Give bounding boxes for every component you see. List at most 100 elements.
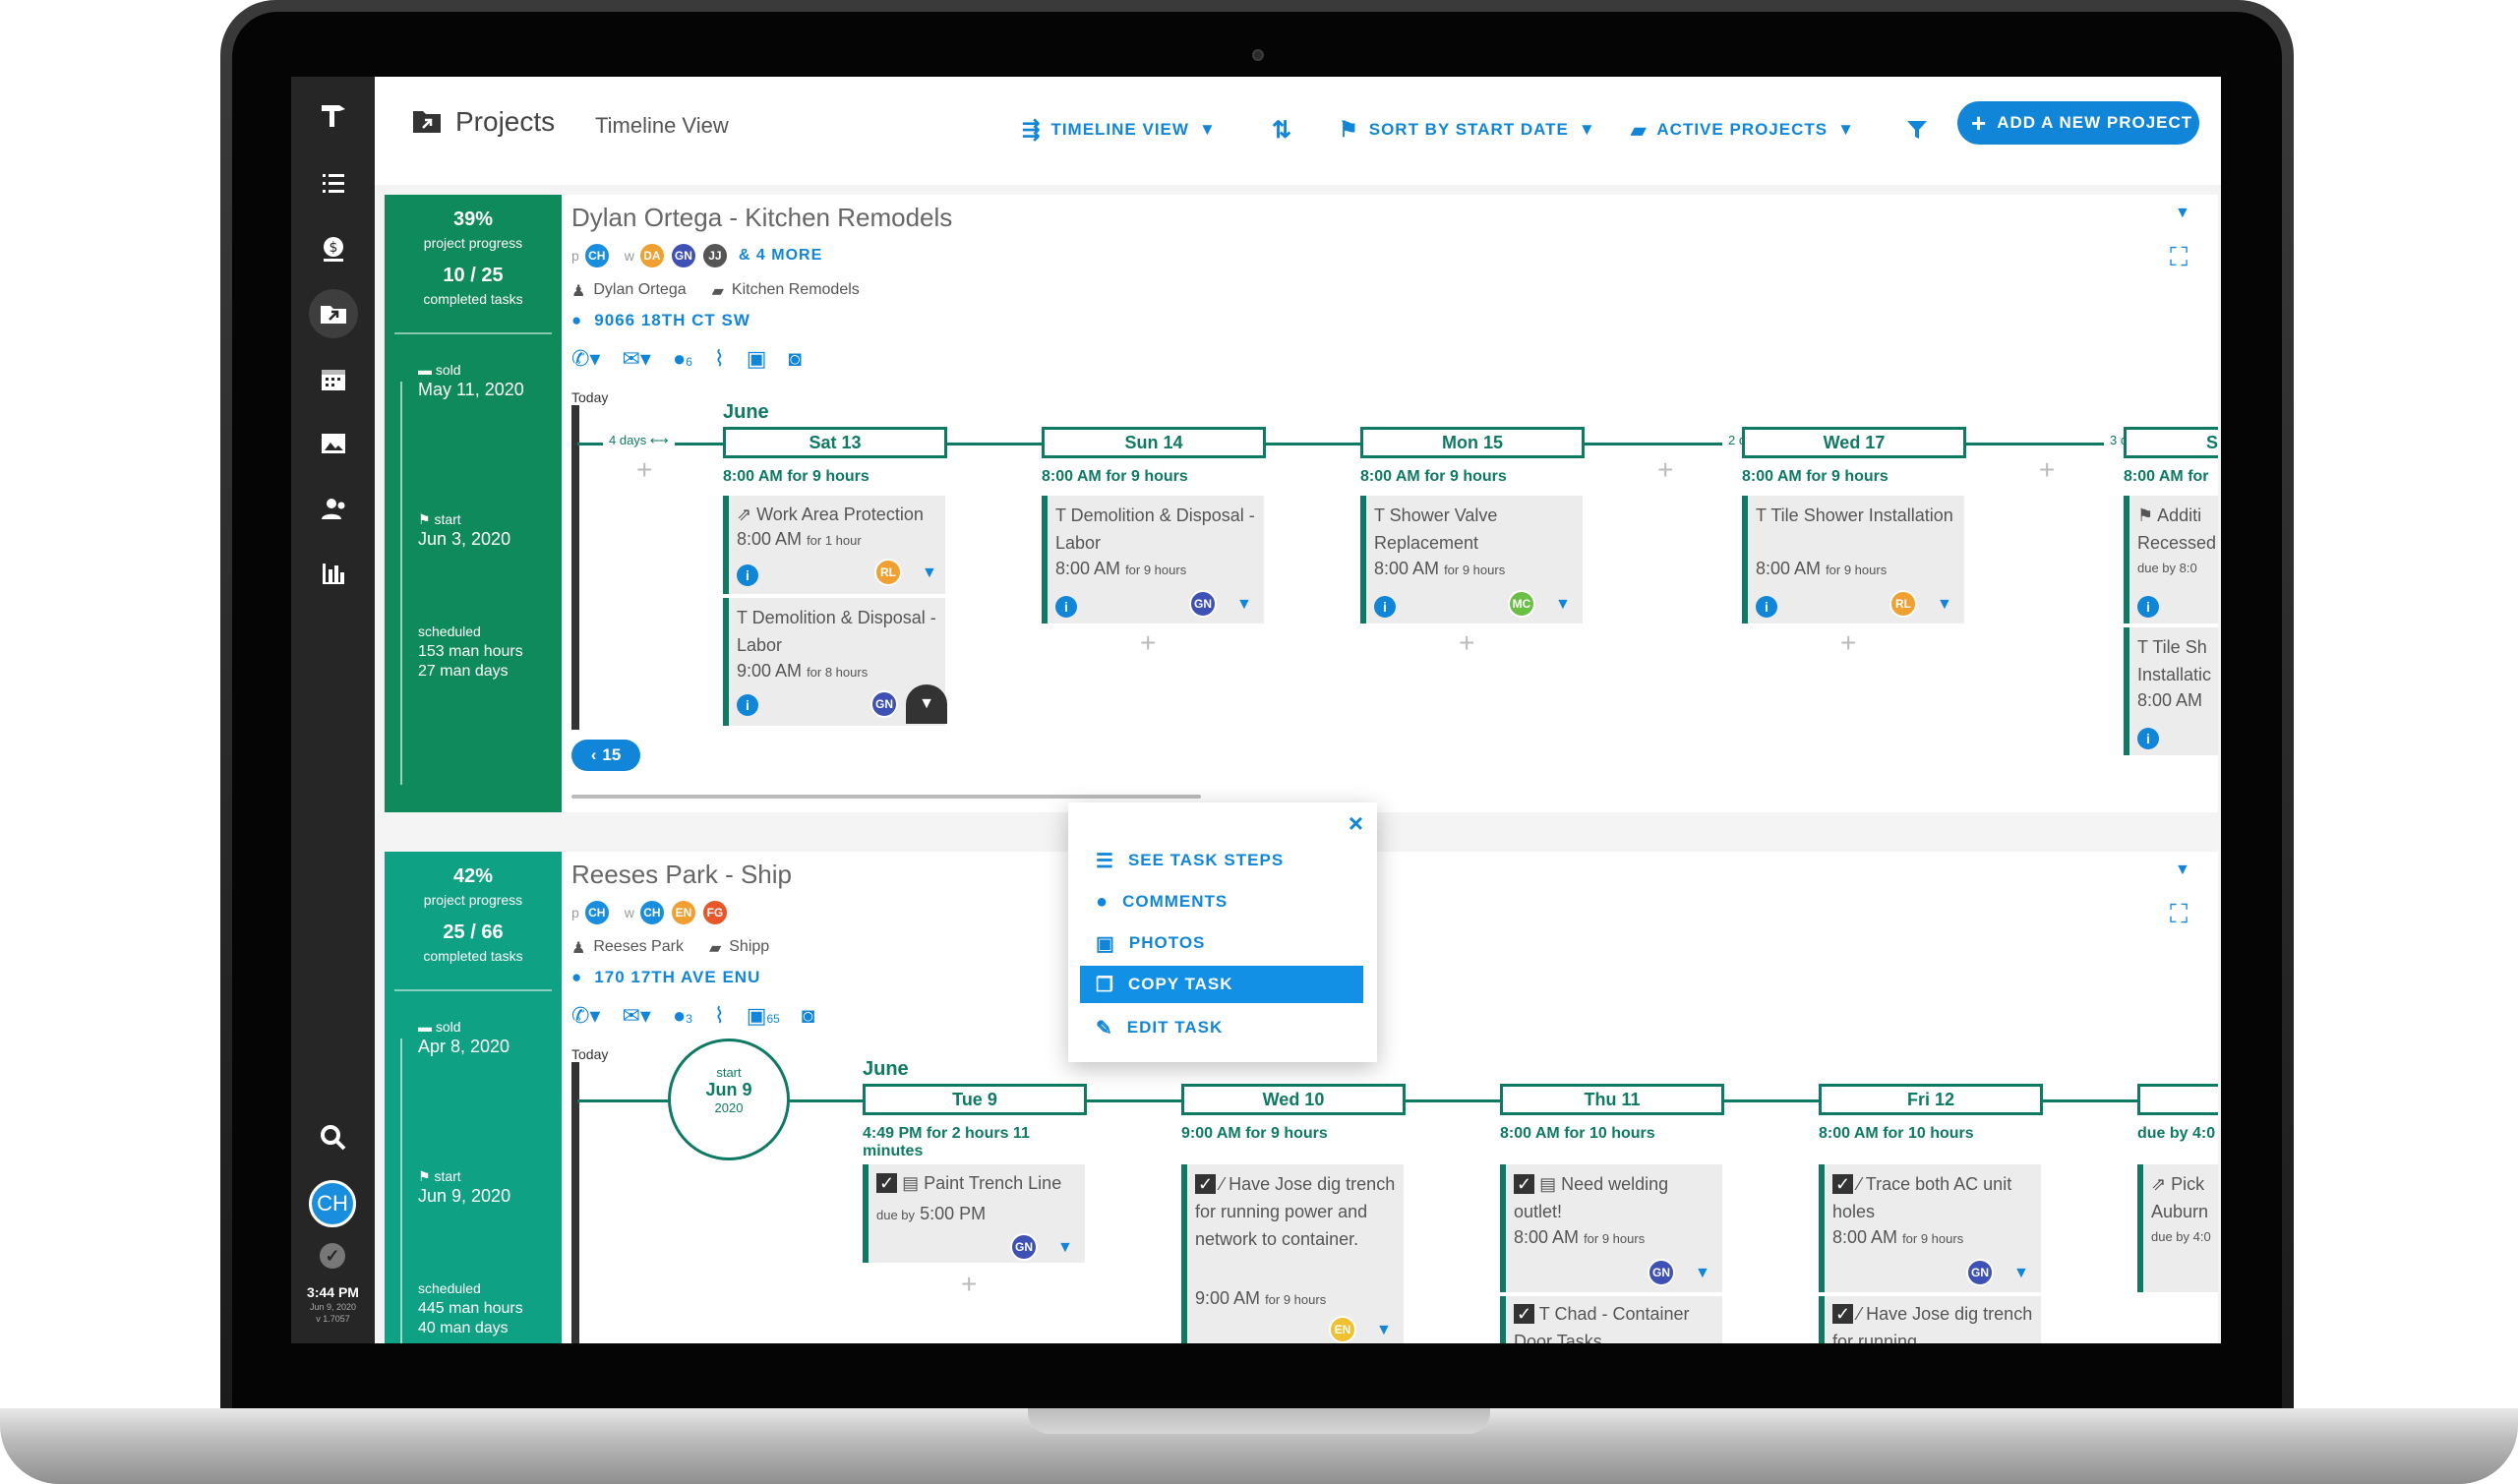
chevron-down-icon[interactable]: ▼ — [1376, 1322, 1392, 1339]
email-icon[interactable]: ✉▾ — [622, 1003, 650, 1029]
project-title[interactable]: Reeses Park - Ship — [571, 860, 792, 890]
task-card[interactable]: ⇗ Pick Auburn due by 4:0 — [2137, 1164, 2218, 1292]
add-new-project-button[interactable]: + ADD A NEW PROJECT — [1957, 101, 2199, 145]
add-task-plus-icon[interactable]: + — [1140, 627, 1156, 659]
chevron-down-icon[interactable]: ▼ — [2013, 1265, 2029, 1282]
avatar[interactable]: RL — [874, 559, 902, 586]
info-icon[interactable]: i — [1374, 596, 1396, 618]
task-card[interactable]: T Demolition & Disposal - Labor 9:00 AM … — [723, 598, 947, 726]
task-card[interactable]: ⚑ Additi Recessed due by 8:0 i — [2124, 496, 2218, 623]
edit-task-item[interactable]: ✎ EDIT TASK — [1080, 1009, 1363, 1046]
search-icon[interactable] — [309, 1113, 358, 1162]
day-header[interactable]: S — [2124, 427, 2218, 458]
info-icon[interactable]: i — [737, 694, 758, 716]
chevron-down-icon[interactable]: ▼ — [1555, 596, 1571, 614]
info-icon[interactable]: i — [1756, 596, 1777, 618]
expand-icon[interactable]: ⛶ — [2170, 242, 2188, 273]
add-task-plus-icon[interactable]: + — [2039, 454, 2055, 486]
photos-icon[interactable] — [309, 419, 358, 468]
day-header[interactable]: Tue 9 — [863, 1084, 1087, 1115]
user-avatar[interactable]: CH — [309, 1180, 356, 1227]
avatar[interactable]: JJ — [700, 242, 729, 269]
avatar[interactable]: GN — [1648, 1259, 1675, 1286]
chevron-down-icon[interactable]: ▼ — [1057, 1239, 1073, 1257]
comments-icon[interactable]: ●6 — [673, 346, 692, 372]
day-header[interactable]: Sun 14 — [1042, 427, 1266, 458]
day-header[interactable]: Sat 13 — [723, 427, 947, 458]
horizontal-scrollbar[interactable] — [571, 795, 1201, 799]
copy-task-item[interactable]: ❐ COPY TASK — [1080, 966, 1363, 1003]
avatar[interactable]: GN — [669, 242, 697, 269]
avatar[interactable]: EN — [1329, 1316, 1356, 1343]
comments-item[interactable]: ● COMMENTS — [1080, 883, 1363, 920]
collapse-chevron-icon[interactable]: ▼ — [2175, 861, 2190, 879]
camera-icon[interactable]: ◙ — [802, 1003, 814, 1029]
email-icon[interactable]: ✉▾ — [622, 346, 650, 372]
chevron-down-icon[interactable]: ▼ — [1937, 596, 1952, 614]
project-title[interactable]: Dylan Ortega - Kitchen Remodels — [571, 203, 952, 233]
avatar[interactable]: EN — [669, 899, 697, 926]
calendar-icon[interactable] — [309, 354, 358, 403]
avatar[interactable]: GN — [1189, 590, 1217, 618]
day-header[interactable] — [2137, 1084, 2218, 1115]
attachment-icon[interactable]: ⌇ — [714, 1003, 725, 1029]
day-header[interactable]: Wed 17 — [1742, 427, 1966, 458]
start-milestone[interactable]: start Jun 9 2020 — [668, 1039, 790, 1160]
chevron-down-icon[interactable]: ▼ — [1236, 596, 1252, 614]
projects-icon[interactable] — [309, 289, 358, 338]
checkbox-checked-icon[interactable]: ✓ — [1514, 1304, 1535, 1324]
day-header[interactable]: Fri 12 — [1819, 1084, 2043, 1115]
previous-days-button[interactable]: ‹ 15 — [571, 740, 640, 771]
photos-item[interactable]: ▣ PHOTOS — [1080, 924, 1363, 962]
estimate-icon[interactable]: $ — [309, 224, 358, 273]
camera-icon[interactable]: ◙ — [789, 346, 802, 372]
expand-icon[interactable]: ⛶ — [2170, 899, 2188, 930]
attachment-icon[interactable]: ⌇ — [714, 346, 725, 372]
task-list-icon[interactable] — [309, 159, 358, 208]
task-card[interactable]: ⇗ Work Area Protection 8:00 AM for 1 hou… — [723, 496, 945, 594]
checkbox-checked-icon[interactable]: ✓ — [1832, 1304, 1854, 1324]
checkbox-checked-icon[interactable]: ✓ — [876, 1173, 898, 1193]
chevron-down-icon[interactable]: ▼ — [922, 564, 937, 582]
address-link[interactable]: ● 170 17TH AVE ENU — [571, 968, 760, 987]
active-projects-button[interactable]: ▰ ACTIVE PROJECTS ▼ — [1631, 112, 1855, 148]
close-icon[interactable]: × — [1349, 808, 1363, 839]
info-icon[interactable]: i — [1055, 596, 1077, 618]
see-task-steps-item[interactable]: ☰ SEE TASK STEPS — [1080, 842, 1363, 879]
avatar[interactable]: MC — [1508, 590, 1535, 618]
sort-order-button[interactable]: ⇅ — [1272, 112, 1292, 148]
task-card[interactable]: T Shower Valve Replacement 8:00 AM for 9… — [1360, 496, 1583, 623]
comments-icon[interactable]: ●3 — [673, 1003, 692, 1029]
task-card[interactable]: T Tile Sh Installatic 8:00 AM i — [2124, 627, 2218, 755]
add-task-plus-icon[interactable]: + — [636, 454, 652, 486]
add-task-plus-icon[interactable]: + — [961, 1269, 977, 1300]
chevron-down-icon[interactable]: ▼ — [1695, 1265, 1710, 1282]
day-header[interactable]: Mon 15 — [1360, 427, 1585, 458]
more-assignees-link[interactable]: & 4 MORE — [739, 247, 822, 265]
avatar[interactable]: GN — [1010, 1233, 1038, 1261]
add-task-plus-icon[interactable]: + — [1459, 627, 1474, 659]
gallery-icon[interactable]: ▣65 — [747, 1003, 780, 1029]
phone-icon[interactable]: ✆▾ — [571, 346, 600, 372]
phone-icon[interactable]: ✆▾ — [571, 1003, 600, 1029]
info-icon[interactable]: i — [2137, 728, 2159, 749]
reports-icon[interactable] — [309, 549, 358, 598]
team-icon[interactable] — [309, 484, 358, 533]
task-card[interactable]: ✓ ⁄ Have Jose dig trench for running pow… — [1181, 1164, 1404, 1343]
info-icon[interactable]: i — [2137, 596, 2159, 618]
avatar[interactable]: GN — [1966, 1259, 1994, 1286]
avatar[interactable]: FG — [700, 899, 729, 926]
task-card[interactable]: ✓ T Chad - Container Door Tasks — [1500, 1296, 1722, 1343]
day-header[interactable]: Thu 11 — [1500, 1084, 1724, 1115]
info-icon[interactable]: i — [737, 564, 758, 586]
avatar[interactable]: CH — [582, 899, 611, 926]
gallery-icon[interactable]: ▣ — [747, 346, 767, 372]
checkbox-checked-icon[interactable]: ✓ — [1514, 1174, 1535, 1194]
avatar[interactable]: DA — [637, 242, 666, 269]
add-task-plus-icon[interactable]: + — [1840, 627, 1856, 659]
checkbox-checked-icon[interactable]: ✓ — [1195, 1174, 1217, 1194]
checkbox-checked-icon[interactable]: ✓ — [1832, 1174, 1854, 1194]
collapse-chevron-icon[interactable]: ▼ — [2175, 205, 2190, 222]
day-header[interactable]: Wed 10 — [1181, 1084, 1406, 1115]
task-card[interactable]: ✓ ▤ Need welding outlet! 8:00 AM for 9 h… — [1500, 1164, 1722, 1292]
